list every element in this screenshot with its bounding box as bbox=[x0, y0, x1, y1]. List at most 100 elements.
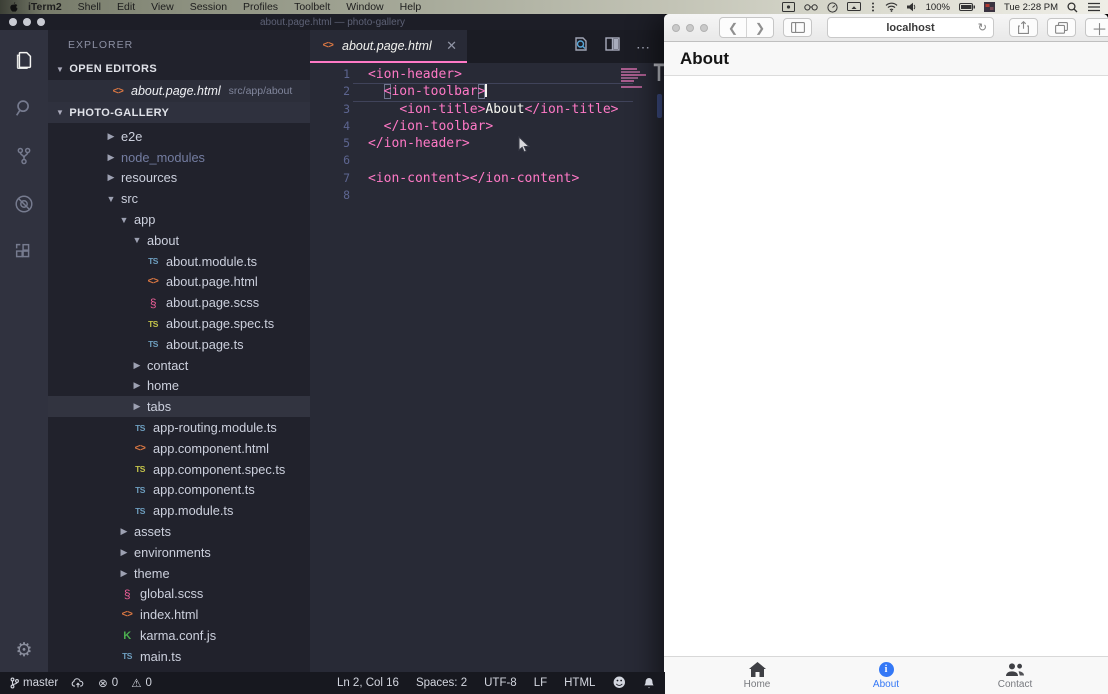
tree-file-karma-conf-js[interactable]: Kkarma.conf.js bbox=[48, 625, 310, 646]
source-control-icon[interactable] bbox=[0, 132, 48, 180]
tree-file-about-page-scss[interactable]: §about.page.scss bbox=[48, 292, 310, 313]
share-button[interactable] bbox=[1009, 18, 1038, 37]
window-controls[interactable] bbox=[672, 24, 708, 32]
debug-icon[interactable] bbox=[0, 180, 48, 228]
window-controls[interactable] bbox=[9, 18, 45, 26]
tree-folder-environments[interactable]: ▶environments bbox=[48, 542, 310, 563]
tree-file-app-component-spec-ts[interactable]: TSapp.component.spec.ts bbox=[48, 459, 310, 480]
tab-overview-button[interactable] bbox=[1047, 18, 1076, 37]
ts-file-icon: TS bbox=[132, 423, 148, 433]
open-editor-item[interactable]: <> about.page.html src/app/about bbox=[48, 80, 310, 102]
tree-file-about-module-ts[interactable]: TSabout.module.ts bbox=[48, 251, 310, 272]
tree-item-label: about.module.ts bbox=[166, 254, 257, 269]
menu-item-shell[interactable]: Shell bbox=[70, 1, 109, 13]
wifi-icon[interactable] bbox=[885, 2, 898, 12]
chevron-right-icon: ▶ bbox=[132, 401, 142, 412]
tree-file-app-component-html[interactable]: <>app.component.html bbox=[48, 438, 310, 459]
errors-indicator[interactable]: ⊗ 0 bbox=[98, 676, 118, 690]
code-line-3: 3 <ion-title>About</ion-title> bbox=[310, 101, 665, 118]
tree-folder-theme[interactable]: ▶theme bbox=[48, 563, 310, 584]
spotlight-icon[interactable] bbox=[1067, 2, 1078, 13]
cursor-position[interactable]: Ln 2, Col 16 bbox=[337, 677, 399, 689]
battery-icon[interactable] bbox=[959, 3, 975, 11]
menu-item-view[interactable]: View bbox=[143, 1, 182, 13]
encoding[interactable]: UTF-8 bbox=[484, 677, 517, 689]
tree-folder-app[interactable]: ▼app bbox=[48, 209, 310, 230]
extensions-icon[interactable] bbox=[0, 228, 48, 276]
tree-file-about-page-spec-ts[interactable]: TSabout.page.spec.ts bbox=[48, 313, 310, 334]
tree-file-index-html[interactable]: <>index.html bbox=[48, 604, 310, 625]
display-icon[interactable] bbox=[847, 2, 861, 12]
menu-item-iterm2[interactable]: iTerm2 bbox=[20, 1, 70, 13]
split-editor-icon[interactable] bbox=[605, 37, 620, 56]
menu-item-edit[interactable]: Edit bbox=[109, 1, 143, 13]
tree-folder-about[interactable]: ▼about bbox=[48, 230, 310, 251]
forward-button[interactable]: ❯ bbox=[746, 18, 773, 37]
tree-file-about-page-ts[interactable]: TSabout.page.ts bbox=[48, 334, 310, 355]
address-bar[interactable]: localhost ↻ bbox=[827, 17, 994, 38]
open-editors-section[interactable]: ▼ OPEN EDITORS bbox=[48, 58, 310, 80]
eol-sequence[interactable]: LF bbox=[534, 677, 547, 689]
tab-home[interactable]: Home bbox=[721, 661, 793, 690]
tree-folder-tabs[interactable]: ▶tabs bbox=[48, 396, 310, 417]
close-window-button[interactable] bbox=[672, 24, 680, 32]
notification-center-icon[interactable] bbox=[1088, 2, 1100, 12]
open-preview-icon[interactable] bbox=[573, 36, 589, 57]
more-actions-icon[interactable]: ⋯ bbox=[636, 40, 651, 54]
menu-item-toolbelt[interactable]: Toolbelt bbox=[286, 1, 338, 13]
zoom-window-button[interactable] bbox=[37, 18, 45, 26]
menu-item-profiles[interactable]: Profiles bbox=[235, 1, 286, 13]
screenshot-icon[interactable] bbox=[782, 2, 795, 12]
language-mode[interactable]: HTML bbox=[564, 677, 595, 689]
tree-folder-e2e[interactable]: ▶e2e bbox=[48, 126, 310, 147]
back-button[interactable]: ❮ bbox=[720, 18, 746, 37]
files-icon[interactable] bbox=[0, 36, 48, 84]
timer-icon[interactable] bbox=[827, 2, 838, 13]
project-section[interactable]: ▼ PHOTO-GALLERY bbox=[48, 102, 310, 123]
volume-icon[interactable] bbox=[907, 2, 917, 12]
tree-file-about-page-html[interactable]: <>about.page.html bbox=[48, 272, 310, 293]
zoom-window-button[interactable] bbox=[700, 24, 708, 32]
tree-folder-home[interactable]: ▶home bbox=[48, 376, 310, 397]
tree-folder-contact[interactable]: ▶contact bbox=[48, 355, 310, 376]
feedback-smiley-icon[interactable]: ☻ bbox=[612, 676, 626, 691]
tree-file-global-scss[interactable]: §global.scss bbox=[48, 584, 310, 605]
menu-item-window[interactable]: Window bbox=[338, 1, 391, 13]
gear-icon[interactable]: ⚙ bbox=[0, 641, 48, 660]
new-tab-button[interactable]: ＋ bbox=[1085, 18, 1108, 37]
tab-about[interactable]: iAbout bbox=[850, 661, 922, 690]
close-window-button[interactable] bbox=[9, 18, 17, 26]
menu-bar-clock[interactable]: Tue 2:28 PM bbox=[1004, 2, 1058, 13]
sidebar-button[interactable] bbox=[783, 18, 812, 37]
glasses-icon[interactable] bbox=[804, 3, 818, 11]
tab-contact[interactable]: Contact bbox=[979, 661, 1051, 690]
tab-about-page-html[interactable]: <> about.page.html ✕ bbox=[310, 30, 467, 63]
tree-item-label: home bbox=[147, 378, 179, 393]
search-icon[interactable] bbox=[0, 84, 48, 132]
tree-file-app-module-ts[interactable]: TSapp.module.ts bbox=[48, 500, 310, 521]
minimap[interactable] bbox=[621, 68, 651, 89]
tree-file-main-ts[interactable]: TSmain.ts bbox=[48, 646, 310, 667]
tree-folder-assets[interactable]: ▶assets bbox=[48, 521, 310, 542]
indentation[interactable]: Spaces: 2 bbox=[416, 677, 467, 689]
tree-folder-node-modules[interactable]: ▶node_modules bbox=[48, 147, 310, 168]
git-branch-indicator[interactable]: master bbox=[10, 677, 58, 689]
warnings-indicator[interactable]: ⚠ 0 bbox=[131, 676, 152, 690]
code-editor[interactable]: T 1<ion-header>2 <ion-toolbar>3 <ion-tit… bbox=[310, 63, 665, 672]
apple-icon[interactable] bbox=[6, 2, 20, 13]
tree-folder-src[interactable]: ▼src bbox=[48, 188, 310, 209]
tree-folder-resources[interactable]: ▶resources bbox=[48, 168, 310, 189]
clipboard-app-icon[interactable] bbox=[984, 2, 995, 12]
close-icon[interactable]: ✕ bbox=[446, 39, 457, 52]
minimize-window-button[interactable] bbox=[23, 18, 31, 26]
keyboard-icon[interactable] bbox=[870, 2, 876, 13]
menu-item-session[interactable]: Session bbox=[182, 1, 235, 13]
minimize-window-button[interactable] bbox=[686, 24, 694, 32]
vscode-title-bar[interactable]: about.page.html — photo-gallery bbox=[0, 14, 665, 30]
tree-file-app-routing-module-ts[interactable]: TSapp-routing.module.ts bbox=[48, 417, 310, 438]
reload-icon[interactable]: ↻ bbox=[978, 21, 987, 34]
notifications-bell-icon[interactable] bbox=[643, 677, 655, 690]
tree-file-app-component-ts[interactable]: TSapp.component.ts bbox=[48, 480, 310, 501]
menu-item-help[interactable]: Help bbox=[392, 1, 430, 13]
sync-icon[interactable] bbox=[71, 677, 85, 689]
